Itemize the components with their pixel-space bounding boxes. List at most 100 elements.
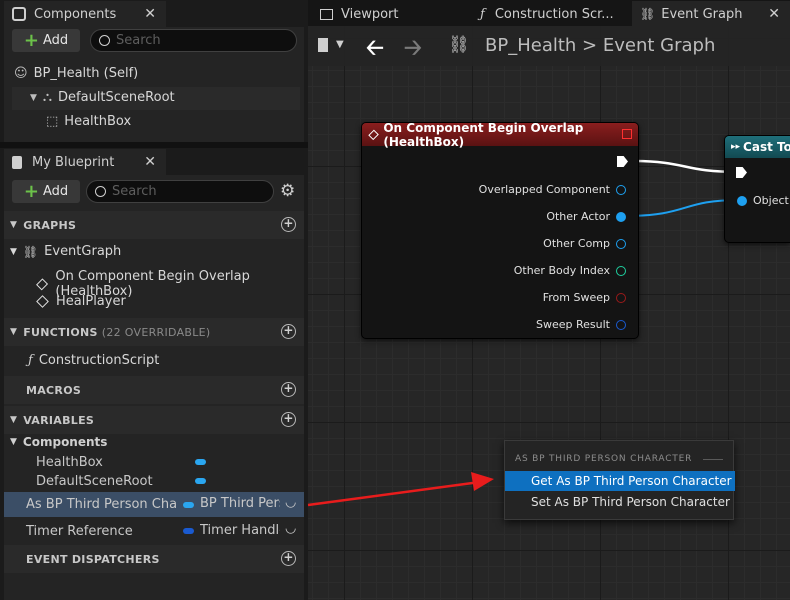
exec-in-pin-icon[interactable] [736,167,747,178]
menu-item-get[interactable]: Get As BP Third Person Character [505,471,735,491]
pin-sweep-result[interactable]: Sweep Result [536,318,626,331]
plus-icon: + [23,180,39,202]
tab-components[interactable]: Components ✕ [4,1,166,27]
tree-item-healthbox[interactable]: ⬚ HealthBox [46,114,131,129]
chevron-down-icon: ▼ [10,415,18,425]
tab-event-graph-label: Event Graph [661,6,743,22]
int-pin-icon[interactable] [616,265,626,276]
components-search-input[interactable]: Search [90,29,297,52]
object-pin-icon[interactable] [616,211,626,222]
bookmark-icon[interactable] [318,38,328,52]
variable-category-components[interactable]: ▼ Components [10,435,107,449]
section-functions-label: FUNCTIONS [23,325,98,339]
overlap-node-header[interactable]: On Component Begin Overlap (HealthBox) [362,121,638,149]
context-menu: AS BP THIRD PERSON CHARACTER Get As BP T… [504,440,735,520]
bool-pin-icon[interactable] [616,292,626,303]
pin-from-sweep[interactable]: From Sweep [543,291,626,304]
pin-other-actor[interactable]: Other Actor [546,210,626,223]
variable-row-defaultsceneroot[interactable]: DefaultSceneRoot [4,471,304,491]
blueprint-icon [12,155,22,169]
pin-other-body-index[interactable]: Other Body Index [514,264,626,277]
viewport-icon [320,8,333,20]
graph-item-healplayer[interactable]: HealPlayer [36,294,126,309]
section-macros[interactable]: MACROS + [4,376,304,404]
tab-viewport-label: Viewport [341,6,399,22]
components-icon [12,7,26,21]
pin-overlapped-component[interactable]: Overlapped Component [479,183,626,196]
section-event-dispatchers[interactable]: EVENT DISPATCHERS + [4,545,304,573]
object-pin-icon[interactable] [616,238,626,249]
cast-arrow-icon: ▸▸ [731,142,741,152]
context-menu-divider [703,459,723,460]
my-blueprint-search-input[interactable]: Search [86,180,274,203]
cast-node[interactable]: ▸▸ Cast To Object [724,135,790,243]
tree-item-self[interactable]: ☺ BP_Health (Self) [14,66,138,81]
close-icon[interactable]: ✕ [768,6,780,22]
graph-item-eventgraph[interactable]: ▼ ⛓ EventGraph [10,244,121,259]
chevron-down-icon: ▼ [10,246,17,257]
chevron-down-icon: ▼ [10,437,17,447]
variable-type: Timer Handle [200,523,280,538]
variable-type-pill [183,528,194,534]
variable-row-healthbox[interactable]: HealthBox [4,452,304,472]
variable-row-timer-reference[interactable]: Timer Reference Timer Handle ◡ [4,521,304,541]
hierarchy-icon: ⛓ [448,35,470,55]
section-variables[interactable]: ▼ VARIABLES + [4,406,304,434]
cast-node-header[interactable]: ▸▸ Cast To [725,136,790,158]
add-variable-icon[interactable]: + [281,412,296,427]
chevron-down-icon[interactable]: ▼ [336,39,344,50]
tree-item-healthbox-label: HealthBox [64,114,132,129]
add-macro-icon[interactable]: + [281,382,296,397]
settings-gear-icon[interactable]: ⚙ [280,181,295,201]
add-function-icon[interactable]: + [281,324,296,339]
actor-icon: ☺ [14,66,28,81]
object-pin-icon[interactable] [616,184,626,195]
my-blueprint-add-button[interactable]: + Add [12,180,80,203]
pin-label: Overlapped Component [478,183,610,196]
tab-event-graph[interactable]: ⛓ Event Graph ✕ [632,1,790,27]
variable-row-as-bp-third-person[interactable]: As BP Third Person Chara BP Third Pers ◡ [4,492,304,517]
delegate-pin-icon[interactable] [622,129,632,139]
variable-name: HealthBox [36,454,103,470]
variable-type-pill [195,459,206,465]
section-macros-label: MACROS [26,383,82,397]
back-arrow-icon[interactable]: 🡠 [366,31,384,69]
breadcrumb-graph[interactable]: Event Graph [603,35,716,56]
left-panel: Components ✕ + Add Search ☺ BP_Health (S… [0,0,308,600]
forward-arrow-icon[interactable]: 🡢 [404,31,422,69]
event-graph-icon: ⛓ [640,7,656,21]
pin-other-comp[interactable]: Other Comp [543,237,626,250]
variable-type-pill [195,478,206,484]
tree-item-defaultsceneroot[interactable]: ▼ ⛬ DefaultSceneRoot [30,90,175,105]
components-add-button[interactable]: + Add [12,29,80,52]
pin-label: From Sweep [542,291,610,304]
menu-item-set[interactable]: Set As BP Third Person Character [505,492,735,512]
overlap-event-node[interactable]: On Component Begin Overlap (HealthBox) O… [361,121,639,339]
tree-item-defaultsceneroot-label: DefaultSceneRoot [58,90,175,105]
section-graphs[interactable]: ▼ GRAPHS + [4,211,304,239]
my-blueprint-search-placeholder: Search [112,184,157,199]
close-icon[interactable]: ✕ [144,6,156,22]
eye-icon[interactable]: ◡ [285,495,296,510]
struct-pin-icon[interactable] [616,319,626,330]
tab-my-blueprint-label: My Blueprint [32,154,115,170]
eye-icon[interactable]: ◡ [285,521,296,536]
function-item-constructionscript[interactable]: ƒ ConstructionScript [28,353,159,368]
object-in-pin-icon[interactable] [737,196,747,206]
add-graph-icon[interactable]: + [281,217,296,232]
tab-viewport[interactable]: Viewport [312,1,470,27]
context-menu-header: AS BP THIRD PERSON CHARACTER [515,454,692,464]
section-event-dispatchers-label: EVENT DISPATCHERS [26,552,160,566]
tab-construction-script[interactable]: ƒ Construction Scr... [472,1,630,27]
event-diamond-icon [36,277,49,291]
variable-name: Timer Reference [26,523,133,539]
components-add-label: Add [42,33,69,48]
section-functions[interactable]: ▼ FUNCTIONS (22 OVERRIDABLE) + [4,318,304,346]
tab-my-blueprint[interactable]: My Blueprint ✕ [4,149,166,175]
exec-out-pin-icon[interactable] [617,156,628,167]
components-search-placeholder: Search [116,33,161,48]
section-functions-count: (22 OVERRIDABLE) [101,325,211,339]
close-icon[interactable]: ✕ [144,154,156,170]
breadcrumb-blueprint[interactable]: BP_Health [485,35,576,56]
add-event-dispatcher-icon[interactable]: + [281,551,296,566]
